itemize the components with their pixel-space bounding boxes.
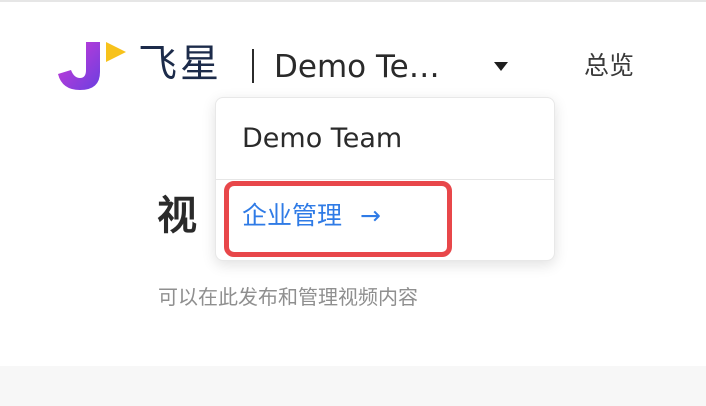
brand-divider bbox=[252, 49, 254, 83]
dropdown-item-enterprise-management[interactable]: 企业管理 → bbox=[216, 180, 554, 258]
page-heading: 视 bbox=[157, 193, 197, 239]
team-selector-label: Demo Te… bbox=[274, 49, 440, 85]
arrow-right-icon: → bbox=[360, 201, 381, 230]
dropdown-item-demo-team[interactable]: Demo Team bbox=[216, 98, 554, 178]
content-area-band bbox=[0, 366, 706, 406]
team-selector-dropdown[interactable]: Demo Te… bbox=[262, 44, 522, 90]
nav-overview-link[interactable]: 总览 bbox=[584, 48, 634, 84]
page-subtitle: 可以在此发布和管理视频内容 bbox=[158, 285, 418, 309]
team-dropdown-menu: Demo Team 企业管理 → bbox=[215, 97, 555, 261]
top-rule bbox=[0, 0, 706, 2]
dropdown-item-demo-team-label: Demo Team bbox=[242, 123, 403, 154]
enterprise-management-label: 企业管理 bbox=[242, 201, 343, 230]
brand-name: 飞星 bbox=[138, 42, 223, 87]
brand-logo-icon[interactable] bbox=[56, 38, 128, 94]
caret-down-icon bbox=[494, 62, 508, 71]
